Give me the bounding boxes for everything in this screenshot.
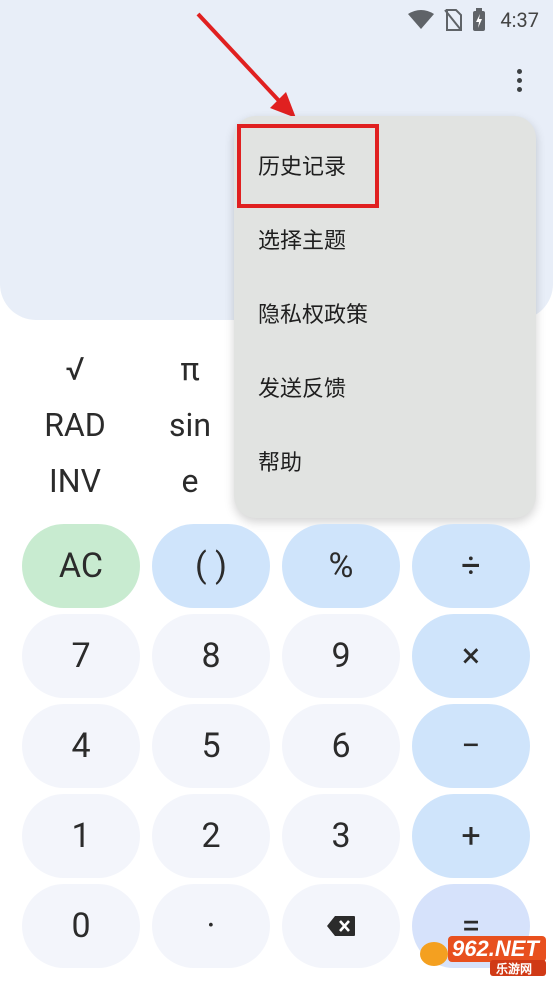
watermark-logo: 962.NET 乐游网 xyxy=(418,928,548,978)
parentheses-button[interactable]: ( ) xyxy=(152,524,270,608)
decimal-button[interactable]: · xyxy=(152,884,270,968)
rad-button[interactable]: RAD xyxy=(30,406,120,444)
pi-button[interactable]: π xyxy=(145,350,235,388)
digit-7-button[interactable]: 7 xyxy=(22,614,140,698)
digit-9-button[interactable]: 9 xyxy=(282,614,400,698)
digit-4-button[interactable]: 4 xyxy=(22,704,140,788)
digit-6-button[interactable]: 6 xyxy=(282,704,400,788)
plus-button[interactable]: + xyxy=(412,794,530,878)
menu-item-privacy[interactable]: 隐私权政策 xyxy=(258,301,368,331)
watermark-main: 962.NET xyxy=(452,936,539,961)
digit-5-button[interactable]: 5 xyxy=(152,704,270,788)
digit-3-button[interactable]: 3 xyxy=(282,794,400,878)
sqrt-button[interactable]: √ xyxy=(30,350,120,388)
inv-button[interactable]: INV xyxy=(30,462,120,500)
watermark-sub: 乐游网 xyxy=(496,962,533,976)
menu-item-feedback[interactable]: 发送反馈 xyxy=(258,375,346,405)
menu-item-theme[interactable]: 选择主题 xyxy=(258,227,346,257)
backspace-button[interactable] xyxy=(282,884,400,968)
e-button[interactable]: e xyxy=(145,462,235,500)
multiply-button[interactable]: × xyxy=(412,614,530,698)
digit-8-button[interactable]: 8 xyxy=(152,614,270,698)
highlight-box-annotation xyxy=(237,124,379,208)
digit-0-button[interactable]: 0 xyxy=(22,884,140,968)
percent-button[interactable]: % xyxy=(282,524,400,608)
clear-button[interactable]: AC xyxy=(22,524,140,608)
minus-button[interactable]: − xyxy=(412,704,530,788)
backspace-icon xyxy=(327,916,355,936)
menu-item-help[interactable]: 帮助 xyxy=(258,449,302,479)
digit-1-button[interactable]: 1 xyxy=(22,794,140,878)
sin-button[interactable]: sin xyxy=(145,406,235,444)
digit-2-button[interactable]: 2 xyxy=(152,794,270,878)
divide-button[interactable]: ÷ xyxy=(412,524,530,608)
